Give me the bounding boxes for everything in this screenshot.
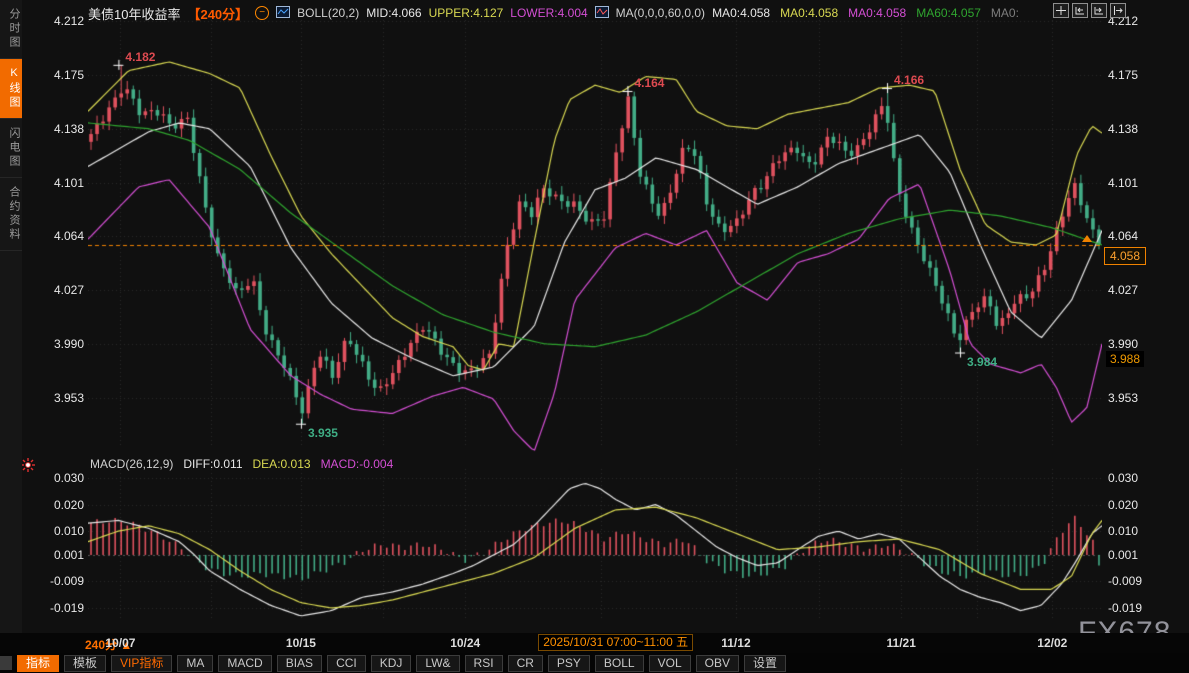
price-axis-label-right: 3.953 (1108, 391, 1138, 405)
extreme-annotation-3.935: 3.935 (308, 426, 338, 440)
boll-indicator-icon (276, 6, 290, 21)
main-price-chart[interactable] (88, 8, 1102, 454)
ma-values: MA0:4.058 MA0:4.058 MA0:4.058 MA60:4.057 MA0… (712, 6, 1019, 20)
macd-axis-label-right: 0.001 (1108, 548, 1138, 562)
price-axis-label-left: 4.064 (20, 229, 84, 243)
chart-header: 美债10年收益率 【240分】 − BOLL(20,2) MID:4.066 U… (88, 4, 1019, 22)
price-axis-label-right: 4.175 (1108, 68, 1138, 82)
macd-axis-label-right: -0.009 (1108, 574, 1142, 588)
boll-mid-value: MID:4.066 (366, 6, 421, 20)
selected-bar-timestamp: 2025/10/31 07:00~11:00 五 (538, 634, 693, 651)
macd-axis-label-right: 0.020 (1108, 498, 1138, 512)
current-price-badge: 4.058 (1104, 247, 1146, 265)
trading-app-window: 分时图K线图闪电图合约资料 美债10年收益率 【240分】 − BOLL(20,… (0, 0, 1189, 673)
price-axis-label-right: 4.101 (1108, 176, 1138, 190)
ma-value-label: MA0:4.058 (780, 6, 838, 20)
toolbar-button-指标[interactable]: 指标 (17, 655, 59, 672)
macd-axis-label-right: 0.010 (1108, 524, 1138, 538)
macd-macd-value: MACD:-0.004 (321, 457, 394, 471)
toolbar-button-KDJ[interactable]: KDJ (371, 655, 412, 672)
price-axis-label-left: 3.990 (20, 337, 84, 351)
toolbar-corner-chip (0, 656, 12, 670)
time-axis: 240分 ▲ 2025/10/31 07:00~11:00 五 10/0710/… (0, 633, 1189, 653)
price-axis-label-right: 4.027 (1108, 283, 1138, 297)
current-price-arrow-icon (1082, 235, 1092, 242)
period-label: 【240分】 (187, 4, 248, 23)
macd-diff-value: DIFF:0.011 (183, 457, 242, 471)
macd-axis-label-left: 0.001 (20, 548, 84, 562)
sidebar-tab-分时图[interactable]: 分时图 (0, 0, 22, 59)
toolbar-button-BOLL[interactable]: BOLL (595, 655, 644, 672)
symbol-title: 美债10年收益率 (88, 4, 180, 23)
time-tick-12/02: 12/02 (1037, 636, 1067, 650)
price-axis-label-left: 4.138 (20, 122, 84, 136)
price-axis-label-left: 3.953 (20, 391, 84, 405)
price-axis-label-left: 4.175 (20, 68, 84, 82)
extreme-annotation-3.984: 3.984 (967, 355, 997, 369)
scale-right-icon[interactable] (1091, 3, 1107, 18)
time-tick-10/15: 10/15 (286, 636, 316, 650)
ma-params-label: MA(0,0,0,60,0,0) (616, 6, 705, 20)
ma-value-label: MA0:4.058 (848, 6, 906, 20)
ma-value-label: MA60:4.057 (916, 6, 981, 20)
toolbar-button-MA[interactable]: MA (177, 655, 213, 672)
boll-params-label: BOLL(20,2) (297, 6, 359, 20)
toolbar-button-PSY[interactable]: PSY (548, 655, 590, 672)
macd-axis-label-left: -0.009 (20, 574, 84, 588)
macd-axis-label-left: -0.019 (20, 601, 84, 615)
collapse-icon[interactable]: − (255, 6, 269, 20)
move-tool-icon[interactable] (1053, 3, 1069, 18)
macd-axis-label-left: 0.010 (20, 524, 84, 538)
macd-axis-label-right: 0.030 (1108, 471, 1138, 485)
toolbar-button-OBV[interactable]: OBV (696, 655, 739, 672)
boll-lower-value: LOWER:4.004 (510, 6, 587, 20)
ma-indicator-icon (595, 6, 609, 21)
toolbar-button-VIP指标[interactable]: VIP指标 (111, 655, 172, 672)
toolbar-button-CCI[interactable]: CCI (327, 655, 366, 672)
macd-axis-label-right: -0.019 (1108, 601, 1142, 615)
extreme-annotation-4.166: 4.166 (894, 73, 924, 87)
sidebar-tab-闪电图[interactable]: 闪电图 (0, 119, 22, 178)
scale-left-icon[interactable] (1072, 3, 1088, 18)
time-tick-11/12: 11/12 (721, 636, 750, 650)
boll-upper-value: UPPER:4.127 (429, 6, 504, 20)
toolbar-button-LW&[interactable]: LW& (416, 655, 459, 672)
chart-tool-icons (1053, 3, 1126, 18)
extreme-annotation-4.164: 4.164 (634, 76, 664, 90)
macd-header: MACD(26,12,9) DIFF:0.011 DEA:0.013 MACD:… (90, 457, 393, 471)
toolbar-button-RSI[interactable]: RSI (465, 655, 503, 672)
time-tick-10/24: 10/24 (450, 636, 480, 650)
price-axis-label-right: 4.138 (1108, 122, 1138, 136)
price-axis-label-right: 3.990 (1108, 337, 1138, 351)
toolbar-button-CR[interactable]: CR (508, 655, 543, 672)
time-tick-11/21: 11/21 (887, 636, 916, 650)
ma-value-label: MA0:4.058 (712, 6, 770, 20)
extreme-annotation-4.182: 4.182 (125, 50, 155, 64)
go-to-latest-icon[interactable] (1110, 3, 1126, 18)
indicator-toolbar: 指标模板 VIP指标 MA MACD BIAS CCI KDJLW&RSI CR PSY BOLL… (0, 653, 1189, 673)
toolbar-button-设置[interactable]: 设置 (744, 655, 786, 672)
toolbar-button-BIAS[interactable]: BIAS (277, 655, 322, 672)
toolbar-button-VOL[interactable]: VOL (649, 655, 691, 672)
reference-price-badge: 3.988 (1106, 351, 1144, 367)
price-axis-label-left: 4.212 (20, 14, 84, 28)
ma-value-label: MA0: (991, 6, 1019, 20)
price-axis-label-left: 4.101 (20, 176, 84, 190)
sidebar-tab-合约资料[interactable]: 合约资料 (0, 178, 22, 251)
toolbar-button-模板[interactable]: 模板 (64, 655, 106, 672)
sidebar: 分时图K线图闪电图合约资料 (0, 0, 22, 633)
toolbar-button-MACD[interactable]: MACD (218, 655, 271, 672)
time-tick-10/07: 10/07 (105, 636, 135, 650)
macd-dea-value: DEA:0.013 (253, 457, 311, 471)
price-axis-label-left: 4.027 (20, 283, 84, 297)
sidebar-tab-K线图[interactable]: K线图 (0, 59, 22, 119)
macd-params-label: MACD(26,12,9) (90, 457, 173, 471)
price-axis-label-right: 4.064 (1108, 229, 1138, 243)
macd-axis-label-left: 0.020 (20, 498, 84, 512)
macd-marker-icon (21, 458, 35, 477)
macd-indicator-chart[interactable] (88, 455, 1102, 633)
